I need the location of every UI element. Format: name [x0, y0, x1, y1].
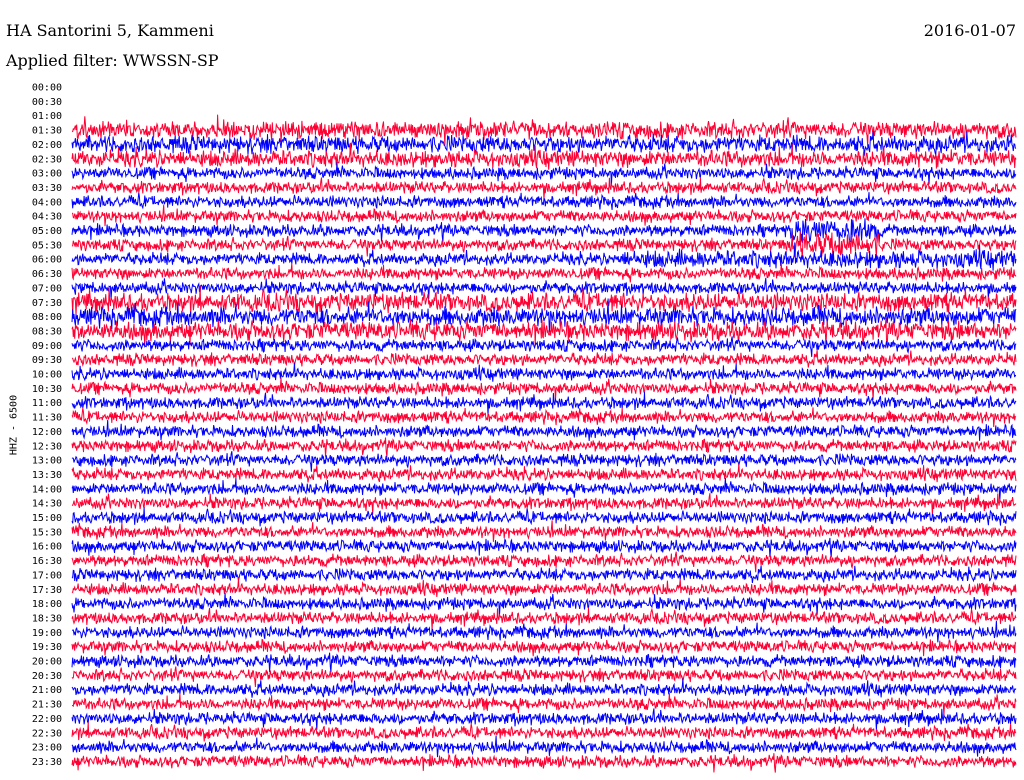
time-tick-label: 10:00	[32, 370, 62, 381]
time-tick-label: 13:00	[32, 456, 62, 467]
seismic-trace-1330	[71, 463, 1017, 483]
seismic-trace-2230	[71, 722, 1017, 742]
seismogram-plot: 00:00 00:30 01:00 01:30 02:00 02:30 03:00 03:30…	[32, 83, 1017, 773]
time-tick-label: 17:00	[32, 570, 62, 581]
time-tick-label: 20:00	[32, 657, 62, 668]
time-tick-label: 09:30	[32, 355, 62, 366]
time-tick-label: 23:00	[32, 743, 62, 754]
seismic-trace-1900	[71, 620, 1017, 643]
seismic-trace-1530	[71, 520, 1017, 542]
seismic-trace-1230	[71, 437, 1017, 457]
time-tick-label: 08:30	[32, 326, 62, 337]
time-tick-label: 04:30	[32, 212, 62, 223]
time-tick-label: 03:30	[32, 183, 62, 194]
seismic-trace-1800	[71, 592, 1017, 616]
seismic-trace-1830	[71, 607, 1017, 631]
seismic-trace-1400	[71, 477, 1017, 501]
time-tick-label: 20:30	[32, 671, 62, 682]
time-tick-label: 22:30	[32, 728, 62, 739]
time-tick-label: 05:00	[32, 226, 62, 237]
seismic-trace-0930	[71, 350, 1017, 368]
time-tick-label: 11:30	[32, 413, 62, 424]
seismic-trace-1430	[71, 493, 1017, 516]
seismic-trace-1000	[71, 362, 1017, 382]
time-tick-label: 02:30	[32, 154, 62, 165]
time-tick-label: 00:30	[32, 97, 62, 108]
time-tick-label: 21:00	[32, 685, 62, 696]
time-tick-label: 17:30	[32, 585, 62, 596]
time-tick-label: 18:00	[32, 599, 62, 610]
seismic-trace-0300	[71, 162, 1017, 186]
seismic-trace-1100	[71, 392, 1017, 415]
seismic-trace-0530	[71, 231, 1017, 260]
time-tick-label: 18:30	[32, 613, 62, 624]
time-tick-label: 06:00	[32, 255, 62, 266]
seismic-trace-2100	[71, 678, 1017, 698]
time-tick-label: 03:00	[32, 169, 62, 180]
seismic-trace-0330	[71, 176, 1017, 200]
time-tick-label: 14:30	[32, 499, 62, 510]
time-tick-label: 10:30	[32, 384, 62, 395]
seismic-trace-1700	[71, 565, 1017, 583]
seismic-trace-2000	[71, 652, 1017, 673]
time-axis: 00:00 00:30 01:00 01:30 02:00 02:30 03:00 03:30…	[32, 83, 62, 768]
seismic-trace-1930	[71, 638, 1017, 657]
time-tick-label: 06:30	[32, 269, 62, 280]
time-tick-label: 01:00	[32, 111, 62, 122]
seismic-trace-0500	[71, 218, 1017, 245]
seismic-trace-1630	[71, 551, 1017, 573]
time-tick-label: 13:30	[32, 470, 62, 481]
seismic-trace-0900	[71, 336, 1017, 357]
seismic-trace-2030	[71, 666, 1017, 688]
time-tick-label: 05:30	[32, 240, 62, 251]
seismic-trace-2200	[71, 708, 1017, 731]
time-tick-label: 08:00	[32, 312, 62, 323]
seismic-trace-1600	[71, 537, 1017, 558]
seismic-trace-0630	[71, 262, 1017, 283]
time-tick-label: 23:30	[32, 757, 62, 768]
time-tick-label: 02:00	[32, 140, 62, 151]
seismic-trace-1300	[71, 451, 1017, 472]
seismic-trace-1730	[71, 578, 1017, 597]
seismic-trace-0430	[71, 204, 1017, 227]
trace-group	[71, 114, 1017, 773]
time-tick-label: 12:00	[32, 427, 62, 438]
seismic-trace-2330	[71, 753, 1017, 773]
seismic-trace-1030	[71, 377, 1017, 401]
seismic-trace-0600	[71, 242, 1017, 271]
time-tick-label: 19:00	[32, 628, 62, 639]
time-tick-label: 19:30	[32, 642, 62, 653]
time-tick-label: 15:30	[32, 527, 62, 538]
time-tick-label: 04:00	[32, 197, 62, 208]
time-tick-label: 11:00	[32, 398, 62, 409]
seismic-trace-1130	[71, 407, 1017, 428]
time-tick-label: 07:30	[32, 298, 62, 309]
time-tick-label: 00:00	[32, 83, 62, 94]
time-tick-label: 12:30	[32, 441, 62, 452]
time-tick-label: 14:00	[32, 484, 62, 495]
time-tick-label: 16:30	[32, 556, 62, 567]
time-tick-label: 15:00	[32, 513, 62, 524]
time-tick-label: 21:30	[32, 700, 62, 711]
seismic-trace-2130	[71, 692, 1017, 717]
time-tick-label: 09:00	[32, 341, 62, 352]
time-tick-label: 01:30	[32, 126, 62, 137]
seismic-trace-1500	[71, 506, 1017, 527]
seismic-trace-2300	[71, 735, 1017, 758]
time-tick-label: 07:00	[32, 283, 62, 294]
time-tick-label: 22:00	[32, 714, 62, 725]
time-tick-label: 16:00	[32, 542, 62, 553]
